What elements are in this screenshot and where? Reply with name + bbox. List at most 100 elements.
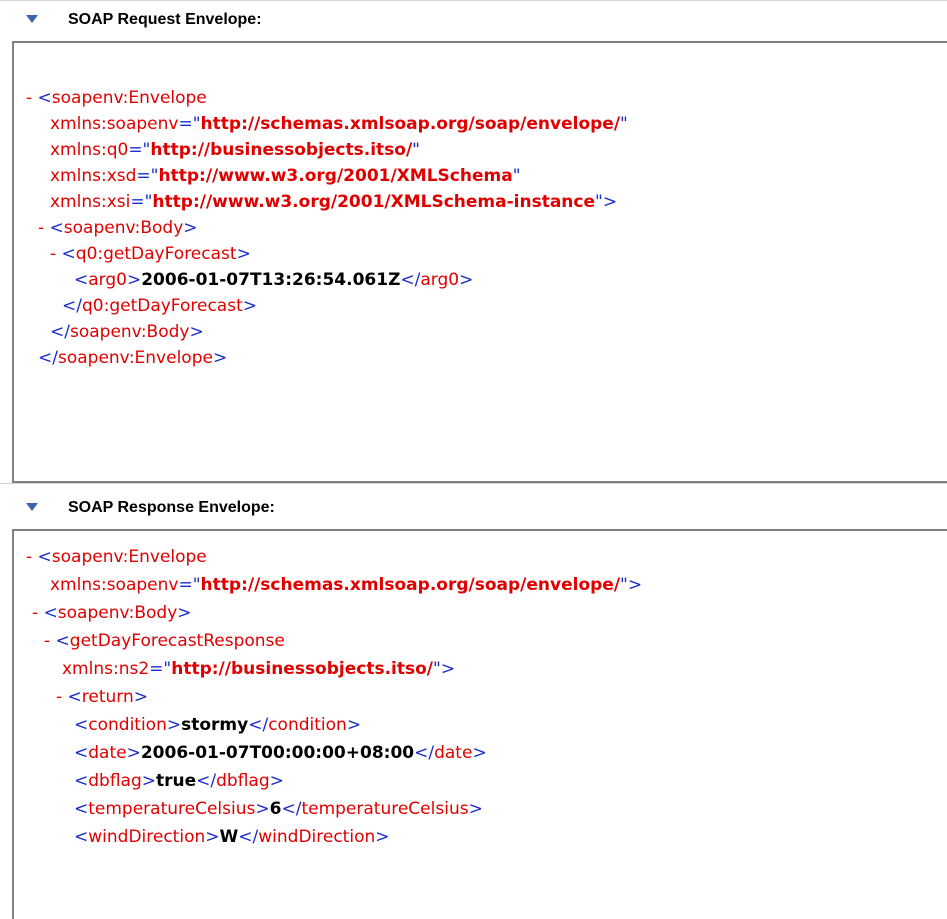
xml-token: > <box>236 244 251 264</box>
response-section-title: SOAP Response Envelope: <box>68 499 275 516</box>
collapse-toggle[interactable]: - <box>32 603 38 623</box>
xml-line: xmlns:soapenv="http://schemas.xmlsoap.or… <box>50 573 642 597</box>
xml-token: xmlns:xsd <box>50 166 137 186</box>
xml-token: " <box>620 114 628 134</box>
xml-line: - <getDayForecastResponse <box>44 629 285 653</box>
xml-token: temperatureCelsius <box>301 799 469 819</box>
xml-token: true <box>156 771 197 791</box>
collapse-toggle[interactable]: - <box>38 218 44 238</box>
xml-token: </ <box>196 771 217 791</box>
xml-token: soapenv:Envelope <box>57 348 213 368</box>
xml-token: arg0 <box>420 270 460 290</box>
xml-token: > <box>177 603 192 623</box>
response-section-header[interactable]: SOAP Response Envelope: <box>0 490 947 530</box>
xml-token: < <box>67 687 82 707</box>
xml-token: > <box>269 771 284 791</box>
top-border <box>0 0 947 1</box>
xml-token: soapenv:Body <box>69 322 190 342</box>
xml-line: </soapenv:Envelope> <box>38 346 227 370</box>
xml-token: </ <box>400 270 421 290</box>
xml-line: </q0:getDayForecast> <box>62 294 257 318</box>
xml-token: date <box>434 743 473 763</box>
xml-token: return <box>81 687 134 707</box>
request-section-title: SOAP Request Envelope: <box>68 11 262 28</box>
xml-line: - <soapenv:Envelope <box>26 86 207 110</box>
xml-token: > <box>468 799 483 819</box>
xml-token: xmlns:ns2 <box>62 659 150 679</box>
xml-token: </ <box>414 743 435 763</box>
xml-line: <temperatureCelsius>6</temperatureCelsiu… <box>74 797 483 821</box>
xml-line: </soapenv:Body> <box>50 320 204 344</box>
collapse-toggle[interactable]: - <box>26 88 32 108</box>
xml-token: < <box>74 270 89 290</box>
xml-line: <arg0>2006-01-07T13:26:54.061Z</arg0> <box>74 268 473 292</box>
collapse-toggle[interactable]: - <box>50 244 56 264</box>
xml-token: < <box>61 244 76 264</box>
xml-token: > <box>472 743 487 763</box>
xml-token: q0:getDayForecast <box>75 244 237 264</box>
xml-line: xmlns:xsi="http://www.w3.org/2001/XMLSch… <box>50 190 617 214</box>
xml-token: windDirection <box>88 827 206 847</box>
xml-line: xmlns:ns2="http://businessobjects.itso/"… <box>62 657 455 681</box>
xml-token: =" <box>178 114 201 134</box>
xml-token: </ <box>62 296 82 316</box>
xml-token: condition <box>268 715 347 735</box>
xml-token: W <box>219 827 239 847</box>
xml-token: " <box>412 140 420 160</box>
xml-token: http://businessobjects.itso/ <box>150 140 413 160</box>
xml-token: > <box>255 799 270 819</box>
xml-token: < <box>74 799 89 819</box>
xml-token: < <box>74 715 89 735</box>
xml-line: <date>2006-01-07T00:00:00+08:00</date> <box>74 741 487 765</box>
xml-token: > <box>133 687 149 707</box>
xml-token: xmlns:soapenv <box>50 114 179 134</box>
xml-token: </ <box>38 348 58 368</box>
xml-token: < <box>43 603 58 623</box>
xml-token: < <box>37 547 52 567</box>
xml-token: stormy <box>181 715 249 735</box>
section-divider <box>0 483 947 484</box>
xml-token: " <box>512 166 521 186</box>
xml-token: http://www.w3.org/2001/XMLSchema-instanc… <box>152 192 596 212</box>
xml-token: "> <box>595 192 618 212</box>
xml-token: 2006-01-07T00:00:00+08:00 <box>140 743 415 763</box>
xml-token: http://businessobjects.itso/ <box>171 659 434 679</box>
xml-token: temperatureCelsius <box>88 799 256 819</box>
xml-token: </ <box>248 715 269 735</box>
xml-token: > <box>205 827 220 847</box>
request-envelope-panel[interactable]: - <soapenv:Envelope xmlns:soapenv="http:/… <box>12 41 947 483</box>
xml-token: date <box>88 743 127 763</box>
xml-token: xmlns:soapenv <box>50 575 179 595</box>
xml-token: > <box>183 218 198 238</box>
response-envelope-panel[interactable]: - <soapenv:Envelope xmlns:soapenv="http:/… <box>12 529 947 919</box>
xml-token: > <box>141 771 156 791</box>
collapse-toggle[interactable]: - <box>44 631 50 651</box>
xml-token: q0:getDayForecast <box>81 296 243 316</box>
xml-token: > <box>242 296 257 316</box>
expand-collapse-icon[interactable] <box>26 15 38 23</box>
xml-token: http://schemas.xmlsoap.org/soap/envelope… <box>200 575 621 595</box>
xml-token: > <box>375 827 390 847</box>
xml-token: =" <box>130 192 153 212</box>
xml-token: http://www.w3.org/2001/XMLSchema <box>158 166 513 186</box>
xml-token: < <box>74 771 89 791</box>
xml-token: soapenv:Body <box>63 218 184 238</box>
collapse-toggle[interactable]: - <box>26 547 32 567</box>
xml-line: - <soapenv:Body> <box>38 216 198 240</box>
xml-token: getDayForecastResponse <box>69 631 285 651</box>
xml-token: arg0 <box>88 270 127 290</box>
expand-collapse-icon[interactable] <box>26 503 38 511</box>
xml-token: windDirection <box>258 827 376 847</box>
collapse-toggle[interactable]: - <box>56 687 62 707</box>
xml-line: xmlns:xsd="http://www.w3.org/2001/XMLSch… <box>50 164 521 188</box>
xml-token: > <box>126 743 141 763</box>
xml-token: soapenv:Envelope <box>51 88 207 108</box>
xml-token: xmlns:q0 <box>50 140 129 160</box>
xml-token: =" <box>178 575 201 595</box>
request-section-header[interactable]: SOAP Request Envelope: <box>0 2 947 42</box>
xml-token: > <box>166 715 182 735</box>
xml-token: </ <box>238 827 259 847</box>
xml-token: </ <box>50 322 70 342</box>
xml-line: xmlns:soapenv="http://schemas.xmlsoap.or… <box>50 112 628 136</box>
xml-token: > <box>126 270 142 290</box>
